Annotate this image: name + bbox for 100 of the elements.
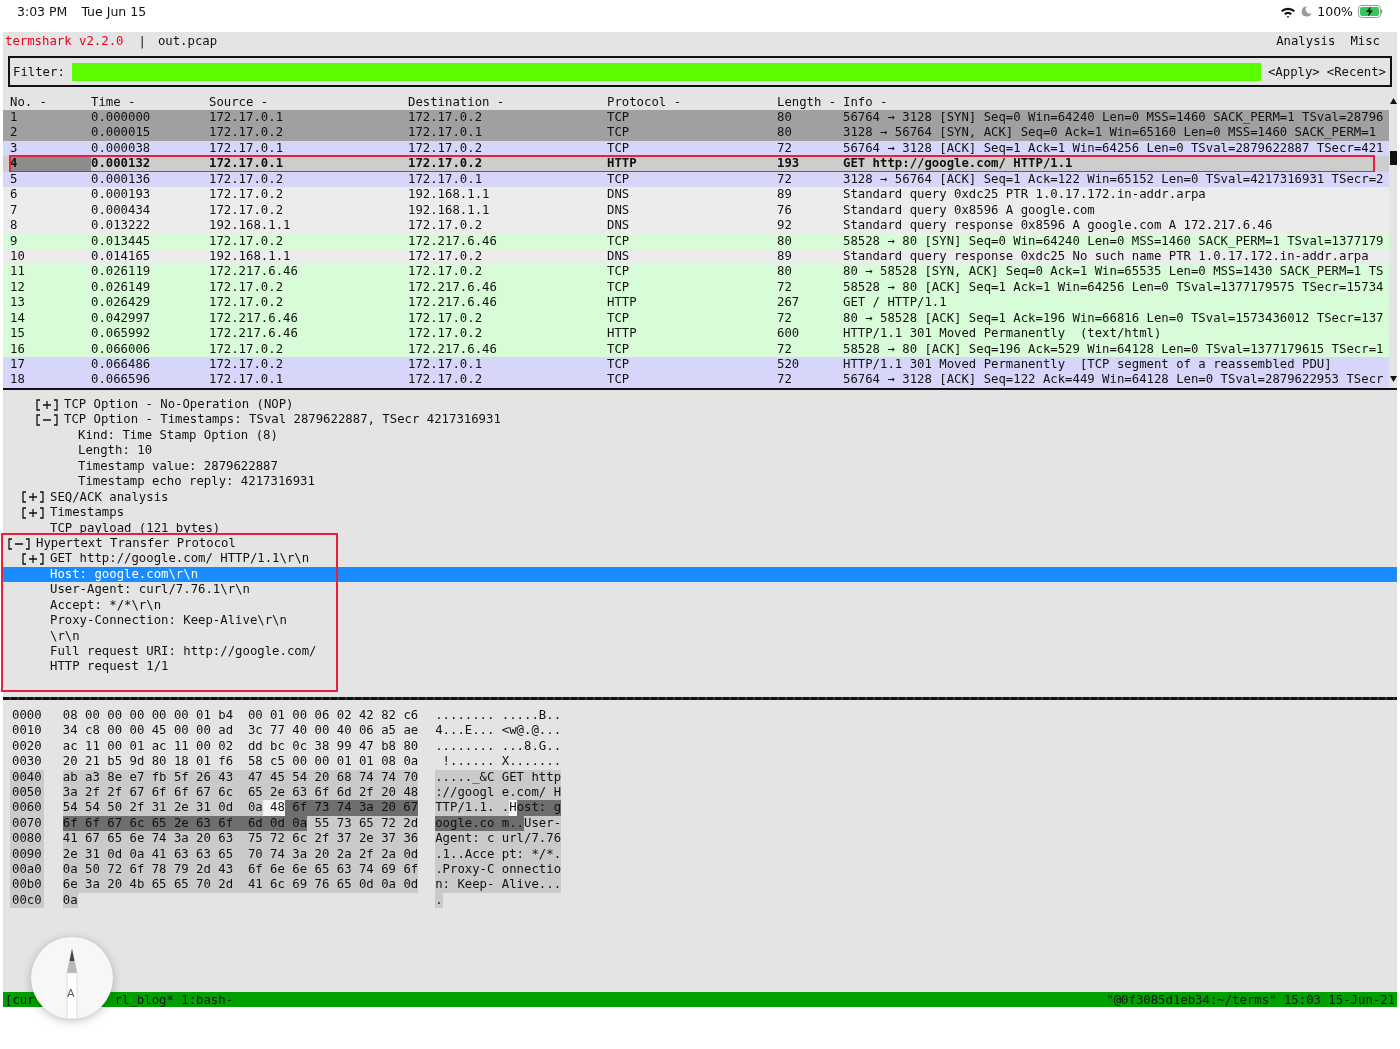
table-cell-text: 72 [777,140,793,157]
hex-offset: 0020 [11,738,43,755]
table-cell-text: 0.000015 [91,125,152,141]
hex-offset: 0060 [10,800,44,816]
tree-row[interactable]: Timestamps [3,505,1397,521]
tree-row[interactable]: Timestamp echo reply: 4217316931 [3,474,1397,490]
menu-item[interactable]: Misc [1350,34,1380,48]
tree-label: Timestamp echo reply: 4217316931 [78,474,315,490]
table-cell-text: 72 [777,279,793,296]
ascii-text: .....B.. [501,708,562,724]
tree-row[interactable]: Timestamp value: 2879622887 [3,458,1397,475]
hex-bytes: dd bc 0c 38 99 47 b8 80 [247,738,419,755]
column-header[interactable]: Time - [91,95,209,110]
tree-row[interactable]: Length: 10 [3,443,1397,459]
table-cell-text: 172.17.0.2 [209,125,285,141]
hex-bytes: 3c 77 40 00 40 06 a5 ae [247,723,419,739]
table-cell-text: TCP [607,171,631,188]
table-cell-text: 58528 → 80 [ACK] Seq=196 Ack=529 Win=64128 Len=0 TSval=1377179615 TSecr=1 [843,341,1385,357]
table-cell-text: 0.000000 [91,110,152,126]
packet-row[interactable]: 18 0.066596 172.17.0.1 172.17.0.2 TCP 72 56764 → 3128 [ACK] Seq=122 Ack=449 Win=64128 Len=0 TSval=2879622953 TSecr [3,372,1389,388]
tree-row[interactable]: GET http://google.com/ HTTP/1.1\r\n [3,551,1397,567]
clock: 3:03 PM [17,4,68,19]
tree-row[interactable]: TCP Option - Timestamps: TSval 2879622887, TSecr 4217316931 [3,412,1397,428]
collapse-icon[interactable] [8,537,30,550]
table-cell-text: 172.17.0.2 [408,248,484,265]
ascii-text: GET http [494,769,562,785]
packet-row[interactable]: 8 0.013222 192.168.1.1 172.17.0.2 DNS 92 Standard query response 0x8596 A google.com A 172.217.6.46 [3,218,1389,234]
scroll-down-icon[interactable] [1389,376,1397,382]
tree-row[interactable]: \r\n [3,628,1397,644]
packet-row[interactable]: 6 0.000193 172.17.0.2 192.168.1.1 DNS 89 Standard query 0xdc25 PTR 1.0.17.172.in-addr.arpa [3,187,1389,203]
column-header[interactable]: Source - [209,95,408,110]
packet-row[interactable]: 13 0.026429 172.17.0.2 172.217.6.46 HTTP 267 GET / HTTP/1.1 [3,295,1389,311]
column-header[interactable]: Protocol - [607,95,777,110]
table-cell-text: DNS [607,248,631,265]
packet-row[interactable]: 17 0.066486 172.17.0.2 172.17.0.1 TCP 520 HTTP/1.1 301 Moved Permanently [TCP segment of a reassembled PDU] [3,357,1389,373]
hex-bytes: ac 11 00 01 ac 11 00 02 [62,738,234,755]
scroll-up-icon[interactable] [1389,98,1397,104]
table-cell-text: DNS [607,218,631,234]
table-cell-text: 3128 → 56764 [ACK] Seq=1 Ack=122 Win=65152 Len=0 TSval=4217316931 TSecr=2 [843,171,1385,188]
tree-row[interactable]: Proxy-Connection: Keep-Alive\r\n [3,613,1397,629]
scrollbar-thumb[interactable] [1389,151,1397,165]
table-cell-text: 0.000132 [91,156,152,172]
table-cell-text: 8 [10,218,19,234]
table-cell-text: 172.17.0.2 [209,295,285,311]
packet-row[interactable]: 2 0.000015 172.17.0.2 172.17.0.1 TCP 80 3128 → 56764 [SYN, ACK] Seq=0 Ack=1 Win=65160 Len=0 MSS=1460 SACK_PERM=1 [3,125,1389,141]
battery-percent: 100% [1317,4,1353,19]
tree-row[interactable]: TCP payload (121 bytes) [3,520,1397,536]
ascii-text: . [435,892,443,909]
table-cell-text: HTTP [607,326,638,342]
table-cell-text: 11 [10,264,26,280]
packet-row[interactable]: 11 0.026119 172.217.6.46 172.17.0.2 TCP 80 80 → 58528 [SYN, ACK] Seq=0 Ack=1 Win=65535 Len=0 MSS=1430 SACK_PERM=1 TS [3,264,1389,280]
table-cell-text: 172.217.6.46 [209,326,299,342]
column-header[interactable]: No. - [10,95,91,110]
table-cell-text: 172.17.0.2 [408,326,484,342]
collapse-icon[interactable] [36,414,58,427]
file-name: out.pcap [157,34,218,48]
filter-button[interactable]: <Recent> [1326,64,1386,79]
table-cell-text: 172.217.6.46 [209,264,299,280]
expand-icon[interactable] [22,553,44,566]
packet-row[interactable]: 1 0.000000 172.17.0.1 172.17.0.2 TCP 80 56764 → 3128 [SYN] Seq=0 Win=64240 Len=0 MSS=1460 SACK_PERM=1 TSval=28796 [3,110,1389,126]
table-cell-text: 172.217.6.46 [408,295,498,311]
table-cell-text: 0.066596 [91,372,152,388]
table-cell-text: 92 [777,218,793,234]
tree-row[interactable]: TCP Option - No-Operation (NOP) [3,397,1397,413]
table-cell-text: TCP [607,125,631,141]
table-cell-text: 267 [777,295,801,311]
table-cell-text: 172.17.0.2 [209,233,285,249]
table-cell-text: 172.17.0.2 [209,357,285,373]
table-cell-text: 15 [10,326,26,342]
column-header[interactable]: Info - [843,95,1389,110]
table-cell-text: 6 [10,187,19,203]
table-cell-text: Standard query 0x8596 A google.com [843,202,1096,219]
ascii-text: TTP/1.1. [435,800,495,816]
tree-row[interactable]: Hypertext Transfer Protocol [3,535,1397,552]
pencil-label: A [67,987,75,1000]
tree-row[interactable]: User-Agent: curl/7.76.1\r\n [3,582,1397,598]
expand-icon[interactable] [36,398,58,411]
expand-icon[interactable] [22,506,44,519]
ascii-text: Alive... [494,877,562,893]
filter-button[interactable]: <Apply> [1267,64,1320,79]
table-cell-text: 172.17.0.1 [209,140,285,157]
expand-icon[interactable] [22,491,44,504]
menu-item[interactable]: Analysis [1276,34,1336,48]
filter-field[interactable] [71,62,1261,81]
table-cell-text: 172.17.0.1 [209,156,285,172]
table-cell-text: Standard query response 0xdc25 No such name PTR 1.0.17.172.in-addr.arpa [843,248,1370,265]
tree-label: Timestamp value: 2879622887 [78,458,278,475]
tree-row[interactable]: Kind: Time Stamp Option (8) [3,427,1397,444]
selected-packet-row[interactable]: 4 0.000132 172.17.0.1 172.17.0.2 HTTP 193 GET http://google.com/ HTTP/1.1 [3,156,1389,172]
tree-row[interactable]: HTTP request 1/1 [3,659,1397,675]
tree-row[interactable]: Accept: */*\r\n [3,597,1397,614]
tree-row[interactable]: SEQ/ACK analysis [3,489,1397,506]
ascii-text: ost: g [516,800,562,816]
wifi-icon [1280,5,1297,18]
column-header[interactable]: Length - [777,95,843,110]
column-header[interactable]: Destination - [408,95,607,110]
ascii-text: Agent: c [435,831,495,847]
tree-row[interactable]: Full request URI: http://google.com/ [3,644,1397,660]
hex-bytes: 47 45 54 20 68 74 74 70 [233,769,419,785]
packet-row[interactable]: 15 0.065992 172.217.6.46 172.17.0.2 HTTP 600 HTTP/1.1 301 Moved Permanently (text/html) [3,326,1389,342]
